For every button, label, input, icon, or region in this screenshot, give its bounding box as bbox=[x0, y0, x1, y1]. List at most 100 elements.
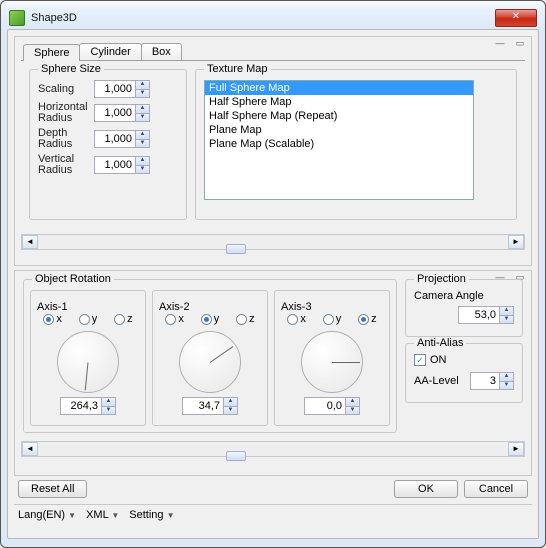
status-item[interactable]: Setting ▼ bbox=[125, 509, 178, 521]
spin-down-icon[interactable]: ▼ bbox=[135, 113, 149, 121]
camera-angle-spinner[interactable]: ▲▼ bbox=[458, 306, 514, 324]
list-item[interactable]: Full Sphere Map bbox=[205, 81, 473, 95]
spin-up-icon[interactable]: ▲ bbox=[135, 131, 149, 139]
scaling-spinner[interactable]: ▲▼ bbox=[94, 80, 150, 98]
scroll-right-icon[interactable]: ► bbox=[508, 442, 524, 456]
hscrollbar[interactable]: ◄ ► bbox=[21, 234, 525, 250]
spin-input[interactable] bbox=[95, 131, 135, 147]
camera-angle-label: Camera Angle bbox=[414, 290, 514, 302]
list-item[interactable]: Plane Map bbox=[205, 123, 473, 137]
depth-radius-spinner[interactable]: ▲▼ bbox=[94, 130, 150, 148]
group-legend: Axis-1 bbox=[37, 301, 139, 313]
list-item[interactable]: Half Sphere Map bbox=[205, 95, 473, 109]
scroll-left-icon[interactable]: ◄ bbox=[22, 235, 38, 249]
radio-icon bbox=[165, 314, 176, 325]
statusbar: Lang(EN) ▼XML ▼Setting ▼ bbox=[14, 504, 532, 522]
axis-radio-y[interactable]: y bbox=[201, 313, 220, 325]
spin-up-icon[interactable]: ▲ bbox=[499, 373, 513, 381]
spin-up-icon[interactable]: ▲ bbox=[345, 398, 359, 406]
spin-input[interactable] bbox=[305, 398, 345, 414]
axis-value-spinner[interactable]: ▲▼ bbox=[60, 397, 116, 415]
field-label: Vertical Radius bbox=[38, 154, 90, 176]
horizontal-radius-spinner[interactable]: ▲▼ bbox=[94, 104, 150, 122]
axis-radio-y[interactable]: y bbox=[79, 313, 98, 325]
rotation-dial[interactable] bbox=[179, 331, 241, 393]
tab-cylinder[interactable]: Cylinder bbox=[79, 43, 141, 60]
cancel-button[interactable]: Cancel bbox=[464, 480, 528, 498]
list-item[interactable]: Plane Map (Scalable) bbox=[205, 137, 473, 151]
spin-down-icon[interactable]: ▼ bbox=[499, 381, 513, 389]
scroll-right-icon[interactable]: ► bbox=[508, 235, 524, 249]
group-legend: Sphere Size bbox=[38, 63, 104, 75]
scroll-thumb[interactable] bbox=[226, 244, 246, 254]
texture-listbox[interactable]: Full Sphere MapHalf Sphere MapHalf Spher… bbox=[204, 80, 474, 200]
tab-sphere[interactable]: Sphere bbox=[23, 44, 80, 61]
axis-radio-z[interactable]: z bbox=[236, 313, 255, 325]
radio-label: y bbox=[336, 313, 342, 325]
spin-input[interactable] bbox=[95, 81, 135, 97]
radio-label: z bbox=[127, 313, 133, 325]
axis-2-group: Axis-2xyz▲▼ bbox=[152, 290, 268, 426]
checkbox-icon: ✓ bbox=[414, 354, 426, 366]
ok-button[interactable]: OK bbox=[394, 480, 458, 498]
radio-icon bbox=[114, 314, 125, 325]
radio-icon bbox=[323, 314, 334, 325]
spin-up-icon[interactable]: ▲ bbox=[101, 398, 115, 406]
field-label: Horizontal Radius bbox=[38, 102, 90, 124]
spin-up-icon[interactable]: ▲ bbox=[135, 81, 149, 89]
axis-radio-y[interactable]: y bbox=[323, 313, 342, 325]
tab-box[interactable]: Box bbox=[141, 43, 182, 60]
spin-up-icon[interactable]: ▲ bbox=[135, 157, 149, 165]
aa-level-spinner[interactable]: ▲▼ bbox=[470, 372, 514, 390]
spin-input[interactable] bbox=[183, 398, 223, 414]
spin-down-icon[interactable]: ▼ bbox=[135, 165, 149, 173]
status-item[interactable]: XML ▼ bbox=[82, 509, 123, 521]
panel-restore-icon[interactable]: ▭ bbox=[513, 38, 527, 48]
axis-radio-z[interactable]: z bbox=[114, 313, 133, 325]
vertical-radius-spinner[interactable]: ▲▼ bbox=[94, 156, 150, 174]
spin-up-icon[interactable]: ▲ bbox=[223, 398, 237, 406]
spin-down-icon[interactable]: ▼ bbox=[135, 89, 149, 97]
spin-up-icon[interactable]: ▲ bbox=[499, 307, 513, 315]
axis-1-group: Axis-1x y z ▲▼ bbox=[30, 290, 146, 426]
spin-down-icon[interactable]: ▼ bbox=[499, 315, 513, 323]
checkbox-label: ON bbox=[430, 354, 447, 366]
spin-down-icon[interactable]: ▼ bbox=[345, 406, 359, 414]
object-rotation-group: Object Rotation Axis-1xyz▲▼Axis-2xyz▲▼Ax… bbox=[23, 279, 397, 433]
spin-input[interactable] bbox=[95, 157, 135, 173]
rotation-dial[interactable] bbox=[57, 331, 119, 393]
scroll-thumb[interactable] bbox=[226, 451, 246, 461]
group-legend: Texture Map bbox=[204, 63, 271, 75]
list-item[interactable]: Half Sphere Map (Repeat) bbox=[205, 109, 473, 123]
axis-radio-z[interactable]: z bbox=[358, 313, 377, 325]
spin-input[interactable] bbox=[95, 105, 135, 121]
hscrollbar[interactable]: ◄ ► bbox=[21, 441, 525, 457]
radio-icon bbox=[236, 314, 247, 325]
scroll-left-icon[interactable]: ◄ bbox=[22, 442, 38, 456]
radio-label: z bbox=[371, 313, 377, 325]
app-icon bbox=[9, 10, 25, 26]
axis-radio-x[interactable]: x bbox=[165, 313, 184, 325]
app-window: Shape3D ✕ — ▭ SphereCylinderBox Sphere S… bbox=[0, 0, 546, 548]
axis-value-spinner[interactable]: ▲▼ bbox=[304, 397, 360, 415]
spin-input[interactable] bbox=[61, 398, 101, 414]
close-button[interactable]: ✕ bbox=[495, 9, 537, 27]
antialias-on-checkbox[interactable]: ✓ ON bbox=[414, 354, 514, 366]
axis-radio-x[interactable]: x bbox=[287, 313, 306, 325]
spin-down-icon[interactable]: ▼ bbox=[101, 406, 115, 414]
group-legend: Projection bbox=[414, 273, 469, 285]
dropdown-icon: ▼ bbox=[167, 511, 175, 520]
radio-label: z bbox=[249, 313, 255, 325]
axis-radio-x[interactable]: x bbox=[43, 313, 62, 325]
reset-all-button[interactable]: Reset All bbox=[18, 480, 87, 498]
camera-angle-input[interactable] bbox=[459, 307, 499, 323]
spin-down-icon[interactable]: ▼ bbox=[223, 406, 237, 414]
aa-level-input[interactable] bbox=[471, 373, 499, 389]
panel-minimize-icon[interactable]: — bbox=[493, 38, 507, 48]
spin-up-icon[interactable]: ▲ bbox=[135, 105, 149, 113]
status-item[interactable]: Lang(EN) ▼ bbox=[14, 509, 80, 521]
spin-down-icon[interactable]: ▼ bbox=[135, 139, 149, 147]
upper-panel: — ▭ SphereCylinderBox Sphere Size Scalin… bbox=[14, 36, 532, 266]
axis-value-spinner[interactable]: ▲▼ bbox=[182, 397, 238, 415]
rotation-dial[interactable] bbox=[301, 331, 363, 393]
